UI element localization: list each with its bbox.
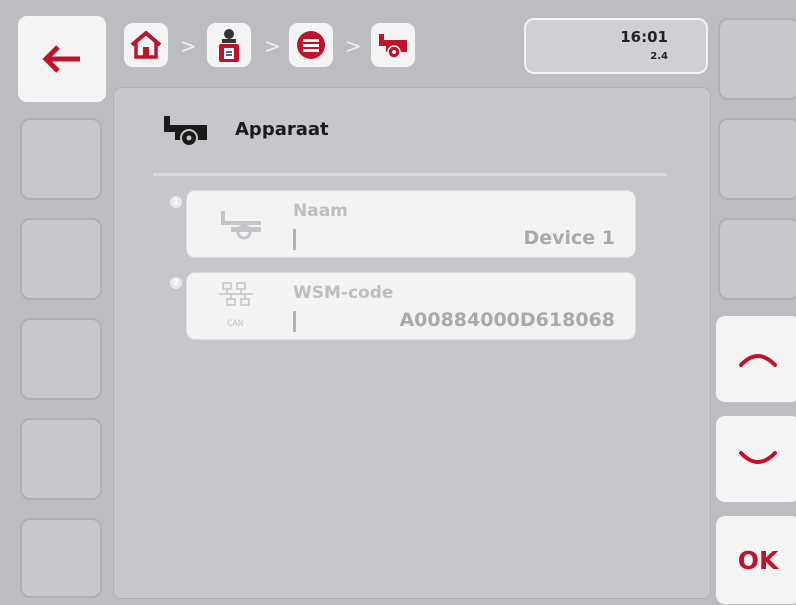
field-row-naam[interactable]: Naam Device 1 [186, 190, 636, 258]
left-button-5[interactable] [20, 518, 102, 598]
text-cursor [293, 229, 296, 250]
right-button-2[interactable] [718, 118, 796, 200]
device-icon [164, 116, 207, 147]
left-button-3[interactable] [20, 318, 102, 400]
field-row-wsm-code[interactable]: CAN WSM-code A00884000D618068 [186, 272, 636, 340]
operator-icon [219, 29, 239, 62]
breadcrumb-separator: > [345, 34, 362, 58]
right-button-3[interactable] [718, 218, 796, 300]
right-button-1[interactable] [718, 18, 796, 100]
device-icon [379, 34, 407, 59]
version-label: 2.4 [650, 51, 668, 62]
field-label: Naam [293, 201, 348, 221]
can-network-icon [219, 282, 253, 306]
text-cursor [293, 311, 296, 332]
home-icon [130, 31, 162, 59]
breadcrumb-separator: > [264, 34, 281, 58]
ok-label: OK [737, 545, 779, 575]
can-label: CAN [227, 319, 244, 329]
ok-button[interactable]: OK [715, 515, 796, 605]
arrow-left-icon [42, 45, 80, 73]
title-divider [153, 173, 667, 176]
chevron-down-icon [739, 451, 777, 464]
device-icon [221, 211, 261, 240]
breadcrumb-list[interactable] [288, 22, 334, 68]
time-label: 16:01 [620, 28, 668, 46]
scroll-up-button[interactable] [715, 315, 796, 403]
breadcrumb-operator[interactable] [206, 22, 252, 68]
left-button-4[interactable] [20, 418, 102, 500]
breadcrumb-separator: > [180, 34, 197, 58]
left-button-2[interactable] [20, 218, 102, 300]
field-value: Device 1 [523, 227, 615, 249]
scroll-down-button[interactable] [715, 415, 796, 503]
row-index-badge: 1 [170, 196, 182, 208]
chevron-up-icon [739, 354, 777, 367]
breadcrumb-device[interactable] [370, 22, 416, 68]
page-title: Apparaat [235, 119, 329, 140]
status-clock: 16:01 2.4 [524, 18, 708, 74]
field-label: WSM-code [293, 283, 394, 303]
left-button-1[interactable] [20, 118, 102, 200]
back-button[interactable] [17, 15, 107, 103]
main-panel [113, 87, 711, 599]
field-value: A00884000D618068 [399, 309, 615, 331]
list-icon [297, 31, 325, 59]
row-index-badge: 2 [170, 277, 182, 289]
breadcrumb-home[interactable] [123, 22, 169, 68]
